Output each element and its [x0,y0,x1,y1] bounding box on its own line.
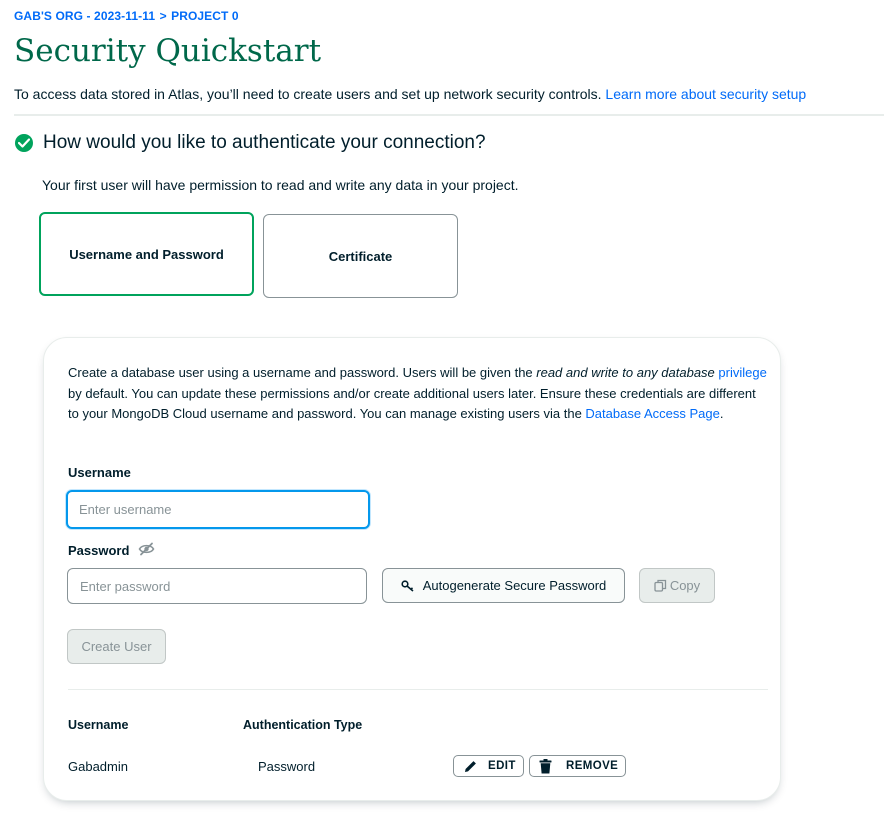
table-header-username: Username [68,718,129,732]
key-icon [401,579,415,592]
intro-text-body: To access data stored in Atlas, you’ll n… [14,86,602,102]
username-input[interactable] [66,490,370,529]
trash-icon [539,758,552,774]
create-user-button[interactable]: Create User [67,629,166,664]
edit-label: EDIT [488,760,516,772]
user-auth-type-cell: Password [258,759,316,774]
desc-text: Create a database user using a username … [68,365,537,380]
autogenerate-label: Autogenerate Secure Password [422,578,607,593]
remove-user-button[interactable]: REMOVE [529,755,626,777]
auth-section-title: How would you like to authenticate your … [43,132,486,153]
privilege-link[interactable]: privilege [718,365,766,380]
intro-text: To access data stored in Atlas, you’ll n… [14,86,806,102]
header-divider [14,114,884,116]
page-title: Security Quickstart [14,33,322,69]
breadcrumb-project-link[interactable]: PROJECT 0 [171,9,239,23]
auth-option-certificate[interactable]: Certificate [263,214,458,298]
password-input[interactable] [67,568,367,604]
user-username-cell: Gabadmin [68,759,128,774]
panel-description: Create a database user using a username … [68,363,768,425]
desc-text: . [719,406,724,421]
username-label: Username [68,465,131,480]
panel-divider [68,689,768,690]
create-user-panel: Create a database user using a username … [43,337,781,801]
eye-slash-icon[interactable] [138,542,155,561]
breadcrumb-separator: > [159,9,167,23]
auth-option-label: Username and Password [69,246,224,262]
breadcrumb: GAB'S ORG - 2023-11-11 > PROJECT 0 [14,9,239,23]
autogenerate-password-button[interactable]: Autogenerate Secure Password [382,568,625,603]
remove-label: REMOVE [566,760,619,772]
auth-option-label: Certificate [328,248,393,264]
copy-icon [654,579,667,592]
breadcrumb-org-link[interactable]: GAB'S ORG - 2023-11-11 [14,9,155,23]
copy-password-button[interactable]: Copy [639,568,715,603]
auth-section-subtitle: Your first user will have permission to … [42,177,519,193]
database-access-page-link[interactable]: Database Access Page [585,406,719,421]
auth-option-username-password[interactable]: Username and Password [39,212,254,296]
learn-more-security-link[interactable]: Learn more about security setup [605,86,806,102]
pencil-icon [463,759,478,774]
desc-emphasis: read and write to any database [536,365,715,380]
password-label: Password [68,543,130,558]
check-circle-icon [15,134,33,152]
copy-label: Copy [669,578,701,593]
edit-user-button[interactable]: EDIT [453,755,524,777]
table-header-auth-type: Authentication Type [243,718,363,732]
